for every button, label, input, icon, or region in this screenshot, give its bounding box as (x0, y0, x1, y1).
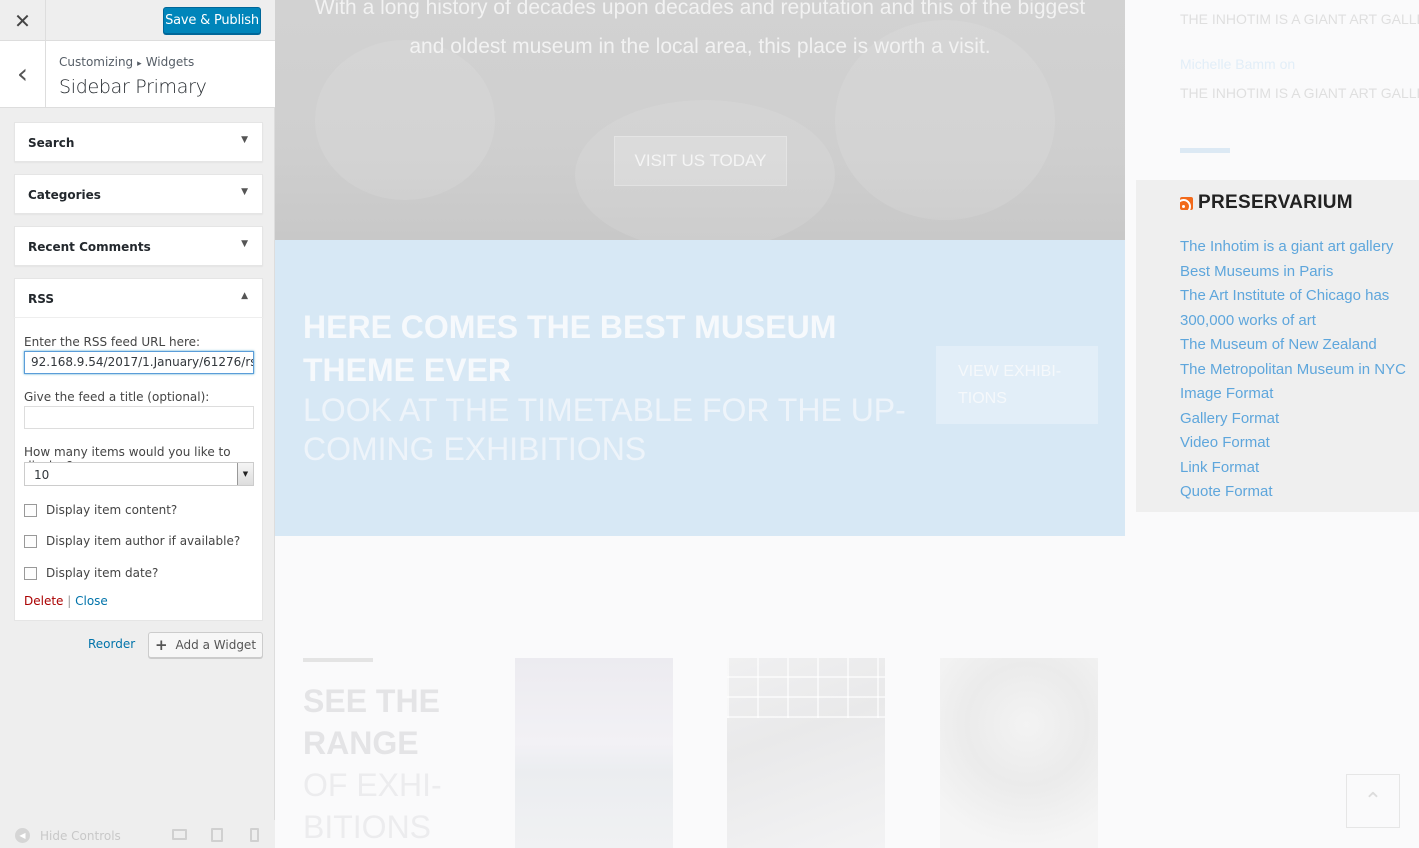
expand-arrow-icon[interactable]: ▼ (241, 187, 248, 197)
customizer-header: ✕ Save & Publish (0, 0, 275, 41)
close-icon: ✕ (14, 8, 31, 33)
display-content-checkbox[interactable] (24, 503, 37, 517)
recent-comment-author[interactable]: Michelle Bamm on (1180, 56, 1295, 72)
rss-item-link[interactable]: The Inhotim is a giant art gallery (1180, 235, 1415, 260)
display-date-option[interactable]: Display item date? (24, 565, 158, 581)
breadcrumb-separator-icon: ▸ (137, 59, 142, 69)
mobile-icon[interactable] (250, 828, 259, 842)
exhibitions-title: SEE THE RANGE (303, 683, 440, 761)
rss-url-label: Enter the RSS feed URL here: (24, 335, 201, 349)
add-widget-button[interactable]: + Add a Widget (148, 632, 263, 658)
site-preview: With a long history of decades upon deca… (275, 0, 1419, 848)
reorder-link[interactable]: Reorder (88, 637, 135, 651)
promo-title: HERE COMES THE BEST MUSEUM THEME EVER (303, 309, 837, 388)
rss-url-input[interactable]: 92.168.9.54/2017/1.January/61276/rss (24, 351, 254, 374)
close-customizer-button[interactable]: ✕ (0, 0, 46, 41)
feed-title-label: Give the feed a title (optional): (24, 390, 210, 404)
widget-title: RSS (28, 292, 54, 306)
hide-controls-button[interactable]: ◀ Hide Controls (15, 828, 121, 843)
hero-section: With a long history of decades upon deca… (275, 0, 1125, 240)
delete-widget-link[interactable]: Delete (24, 594, 63, 608)
breadcrumb-root: Customizing (59, 55, 134, 69)
customizer-panel: ✕ Save & Publish ‹ Customizing ▸ Widgets S… (0, 0, 275, 848)
action-separator: | (63, 594, 76, 608)
rss-widget-form: Enter the RSS feed URL here: 92.168.9.54… (14, 317, 263, 621)
widget-rss-header[interactable]: RSS ▲ (14, 278, 263, 318)
rss-widget-preview: PRESERVARIUM The Inhotim is a giant art … (1136, 180, 1419, 512)
collapse-icon: ◀ (15, 828, 30, 843)
save-publish-button[interactable]: Save & Publish (163, 7, 261, 34)
sidebar-divider (1180, 148, 1230, 153)
desktop-icon[interactable] (172, 829, 187, 840)
checkbox-label: Display item content? (46, 503, 178, 517)
widget-recent-comments-header[interactable]: Recent Comments ▼ (14, 226, 263, 266)
scroll-to-top-button[interactable]: ⌃ (1346, 774, 1400, 828)
exhibition-image[interactable] (940, 658, 1098, 848)
checkbox-label: Display item date? (46, 566, 159, 580)
section-title: Sidebar Primary (59, 76, 207, 98)
expand-arrow-icon[interactable]: ▼ (241, 239, 248, 249)
exhibitions-subtitle: OF EXHI- BITIONS (303, 767, 442, 845)
section-header: ‹ Customizing ▸ Widgets Sidebar Primary (0, 41, 275, 108)
expand-arrow-icon[interactable]: ▼ (241, 135, 248, 145)
rss-item-link[interactable]: Best Museums in Paris (1180, 260, 1415, 285)
rss-item-link[interactable]: Quote Format (1180, 480, 1415, 505)
rss-item-link[interactable]: Gallery Format (1180, 407, 1415, 432)
add-widget-label: Add a Widget (175, 638, 257, 652)
rss-item-link[interactable]: The Metropolitan Museum in NYC (1180, 358, 1415, 383)
display-author-option[interactable]: Display item author if available? (24, 533, 240, 549)
item-count-select[interactable]: 10 ▼ (24, 462, 254, 486)
promo-banner: HERE COMES THE BEST MUSEUM THEME EVER LO… (275, 240, 1125, 536)
close-widget-link[interactable]: Close (75, 594, 108, 608)
feed-title-input[interactable] (24, 406, 254, 429)
exhibition-image[interactable] (727, 658, 885, 848)
widget-title: Recent Comments (28, 240, 151, 254)
widget-categories-header[interactable]: Categories ▼ (14, 174, 263, 214)
widget-search-header[interactable]: Search ▼ (14, 122, 263, 162)
tablet-icon[interactable] (211, 828, 223, 842)
exhibitions-section: SEE THE RANGE OF EXHI- BITIONS (275, 600, 1125, 848)
rss-widget-heading: PRESERVARIUM (1180, 192, 1353, 214)
checkbox-label: Display item author if available? (46, 534, 241, 548)
rss-item-link[interactable]: Image Format (1180, 382, 1415, 407)
recent-comment-link[interactable]: THE INHOTIM IS A GIANT ART GALLERY (1180, 85, 1419, 101)
chevron-left-icon: ‹ (16, 57, 29, 90)
chevron-up-icon: ⌃ (1363, 788, 1383, 814)
widget-title: Search (28, 136, 75, 150)
preview-sidebar: THE INHOTIM IS A GIANT ART GALLERY Miche… (1136, 0, 1419, 848)
hero-text: With a long history of decades upon deca… (314, 0, 1086, 58)
plus-icon: + (154, 636, 168, 654)
chevron-down-icon[interactable]: ▼ (237, 463, 253, 485)
breadcrumb-parent: Widgets (145, 55, 195, 69)
widget-title: Categories (28, 188, 101, 202)
rss-icon[interactable] (1180, 196, 1193, 210)
widget-actions: Delete | Close (24, 594, 108, 608)
hide-controls-label: Hide Controls (40, 828, 121, 843)
exhibition-image[interactable] (515, 658, 673, 848)
collapse-arrow-icon[interactable]: ▲ (241, 291, 248, 301)
rss-item-link[interactable]: The Art Institute of Chicago has 300,000… (1180, 284, 1415, 333)
rss-item-link[interactable]: Link Format (1180, 456, 1415, 481)
recent-comment-link[interactable]: THE INHOTIM IS A GIANT ART GALLERY (1180, 11, 1419, 27)
visit-us-button[interactable]: VISIT US TODAY (614, 136, 787, 186)
display-author-checkbox[interactable] (24, 534, 37, 548)
section-divider (303, 658, 373, 662)
item-count-value: 10 (34, 468, 50, 482)
back-button[interactable]: ‹ (0, 41, 46, 107)
rss-item-link[interactable]: Video Format (1180, 431, 1415, 456)
rss-item-link[interactable]: The Museum of New Zealand (1180, 333, 1415, 358)
view-exhibitions-button[interactable]: VIEW EXHIBI- TIONS (936, 346, 1098, 424)
promo-subtitle: LOOK AT THE TIMETABLE FOR THE UP-COMING … (303, 392, 906, 467)
rss-widget-title[interactable]: PRESERVARIUM (1198, 192, 1353, 214)
rss-item-list: The Inhotim is a giant art gallery Best M… (1180, 235, 1415, 505)
display-date-checkbox[interactable] (24, 566, 37, 580)
customizer-footer: ◀ Hide Controls (0, 820, 275, 848)
display-content-option[interactable]: Display item content? (24, 502, 177, 518)
breadcrumb: Customizing ▸ Widgets (59, 55, 194, 69)
